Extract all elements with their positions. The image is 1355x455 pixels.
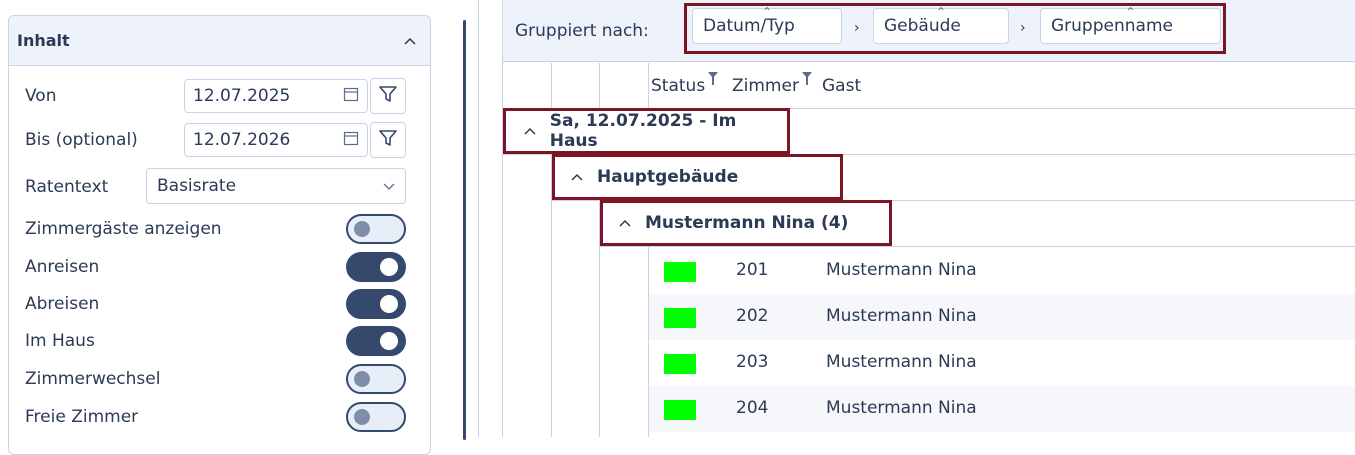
group-row-guest-group: Mustermann Nina (4) bbox=[600, 200, 1355, 247]
rate-text-select[interactable]: Basisrate bbox=[146, 168, 406, 204]
chevron-right-icon: › bbox=[1020, 20, 1026, 36]
to-date-value: 12.07.2026 bbox=[193, 130, 291, 150]
column-label: Status bbox=[651, 76, 706, 96]
calendar-icon[interactable] bbox=[343, 130, 359, 151]
rate-text-value: Basisrate bbox=[157, 176, 237, 196]
column-header-status[interactable]: Status bbox=[651, 72, 719, 96]
room-cell: 202 bbox=[736, 306, 769, 326]
to-date-filter-button[interactable] bbox=[370, 122, 406, 158]
toggle-departures[interactable] bbox=[346, 289, 406, 319]
guest-cell: Mustermann Nina bbox=[826, 306, 977, 326]
filter-icon bbox=[378, 84, 398, 108]
column-label: Gast bbox=[822, 76, 862, 96]
filter-icon[interactable] bbox=[801, 71, 812, 91]
group-row-date: Sa, 12.07.2025 - Im Haus bbox=[503, 108, 1355, 155]
status-indicator bbox=[664, 354, 696, 374]
report-grid-area: Gruppiert nach: ⌃ Datum/Typ › ⌃ Gebäude … bbox=[478, 0, 1355, 437]
room-cell: 203 bbox=[736, 352, 769, 372]
status-indicator bbox=[664, 308, 696, 328]
guest-cell: Mustermann Nina bbox=[826, 260, 977, 280]
table-row[interactable]: 204 Mustermann Nina bbox=[649, 386, 1355, 432]
group-chip-date-type[interactable]: ⌃ Datum/Typ bbox=[692, 5, 842, 44]
guest-cell: Mustermann Nina bbox=[826, 398, 977, 418]
from-date-label: Von bbox=[25, 86, 57, 106]
caret-up-icon: ⌃ bbox=[935, 5, 947, 19]
toggle-label: Abreisen bbox=[25, 294, 100, 314]
table-row[interactable]: 202 Mustermann Nina bbox=[649, 294, 1355, 340]
panel-scrollbar[interactable] bbox=[463, 20, 466, 440]
chevron-right-icon: › bbox=[854, 20, 860, 36]
settings-panel: Inhalt Von 12.07.2025 Bis (optional) 12.… bbox=[0, 0, 478, 455]
caret-up-icon: ⌃ bbox=[1125, 5, 1136, 19]
column-header-room[interactable]: Zimmer bbox=[732, 72, 812, 96]
rate-text-label: Ratentext bbox=[25, 177, 109, 197]
section-title: Inhalt bbox=[17, 31, 70, 50]
filter-icon bbox=[378, 128, 398, 152]
group-label: Mustermann Nina (4) bbox=[645, 213, 849, 233]
to-date-label: Bis (optional) bbox=[25, 130, 138, 150]
toggle-room-change[interactable] bbox=[346, 364, 406, 394]
group-label: Hauptgebäude bbox=[597, 167, 739, 187]
group-by-label: Gruppiert nach: bbox=[515, 21, 649, 41]
toggle-label: Freie Zimmer bbox=[25, 407, 139, 427]
toggle-knob bbox=[354, 371, 370, 387]
content-section-header[interactable]: Inhalt bbox=[9, 16, 430, 66]
from-date-value: 12.07.2025 bbox=[193, 86, 291, 106]
toggle-arrivals[interactable] bbox=[346, 252, 406, 282]
group-by-bar: Gruppiert nach: ⌃ Datum/Typ › ⌃ Gebäude … bbox=[503, 0, 1355, 62]
calendar-icon[interactable] bbox=[343, 86, 359, 107]
column-label: Zimmer bbox=[732, 76, 799, 96]
column-header-row: Status Zimmer Gast bbox=[503, 63, 1355, 109]
report-grid: Gruppiert nach: ⌃ Datum/Typ › ⌃ Gebäude … bbox=[502, 0, 1355, 437]
toggle-label: Zimmerwechsel bbox=[25, 369, 161, 389]
chip-label: Datum/Typ bbox=[703, 16, 795, 36]
indent-line bbox=[599, 63, 600, 109]
chevron-up-icon[interactable] bbox=[520, 121, 540, 141]
from-date-filter-button[interactable] bbox=[370, 78, 406, 114]
group-label: Sa, 12.07.2025 - Im Haus bbox=[549, 111, 737, 151]
chevron-up-icon[interactable] bbox=[400, 31, 420, 51]
toggle-label: Im Haus bbox=[25, 331, 95, 351]
toggle-free-rooms[interactable] bbox=[346, 402, 406, 432]
group-header-date[interactable]: Sa, 12.07.2025 - Im Haus bbox=[503, 108, 790, 154]
group-chip-building[interactable]: ⌃ Gebäude bbox=[873, 5, 1009, 44]
toggle-in-house[interactable] bbox=[346, 326, 406, 356]
chip-label: Gruppenname bbox=[1051, 16, 1173, 36]
toggle-knob bbox=[380, 332, 398, 350]
group-chip-group-name[interactable]: ⌃ Gruppenname bbox=[1040, 5, 1221, 44]
status-indicator bbox=[664, 262, 696, 282]
status-indicator bbox=[664, 400, 696, 420]
table-row[interactable]: 203 Mustermann Nina bbox=[649, 340, 1355, 386]
table-row[interactable]: 201 Mustermann Nina bbox=[649, 248, 1355, 294]
toggle-label: Zimmergäste anzeigen bbox=[25, 219, 222, 239]
room-cell: 201 bbox=[736, 260, 769, 280]
toggle-room-guests[interactable] bbox=[346, 214, 406, 244]
room-cell: 204 bbox=[736, 398, 769, 418]
column-header-guest[interactable]: Gast bbox=[822, 76, 861, 96]
chevron-down-icon bbox=[383, 176, 395, 196]
indent-line bbox=[551, 63, 552, 109]
group-row-building: Hauptgebäude bbox=[552, 154, 1355, 201]
chip-label: Gebäude bbox=[884, 16, 961, 36]
toggle-knob bbox=[380, 258, 398, 276]
toggle-knob bbox=[354, 221, 370, 237]
toggle-knob bbox=[380, 295, 398, 313]
chevron-up-icon[interactable] bbox=[567, 167, 587, 187]
chevron-up-icon[interactable] bbox=[615, 213, 635, 233]
to-date-input[interactable]: 12.07.2026 bbox=[184, 123, 368, 157]
indent-line bbox=[648, 63, 649, 109]
filter-icon[interactable] bbox=[708, 71, 719, 91]
guest-cell: Mustermann Nina bbox=[826, 352, 977, 372]
toggle-knob bbox=[354, 409, 370, 425]
group-header-guest-group[interactable]: Mustermann Nina (4) bbox=[600, 200, 892, 246]
group-header-building[interactable]: Hauptgebäude bbox=[552, 154, 843, 200]
toggle-label: Anreisen bbox=[25, 257, 100, 277]
caret-up-icon: ⌃ bbox=[761, 5, 773, 19]
from-date-input[interactable]: 12.07.2025 bbox=[184, 79, 368, 113]
